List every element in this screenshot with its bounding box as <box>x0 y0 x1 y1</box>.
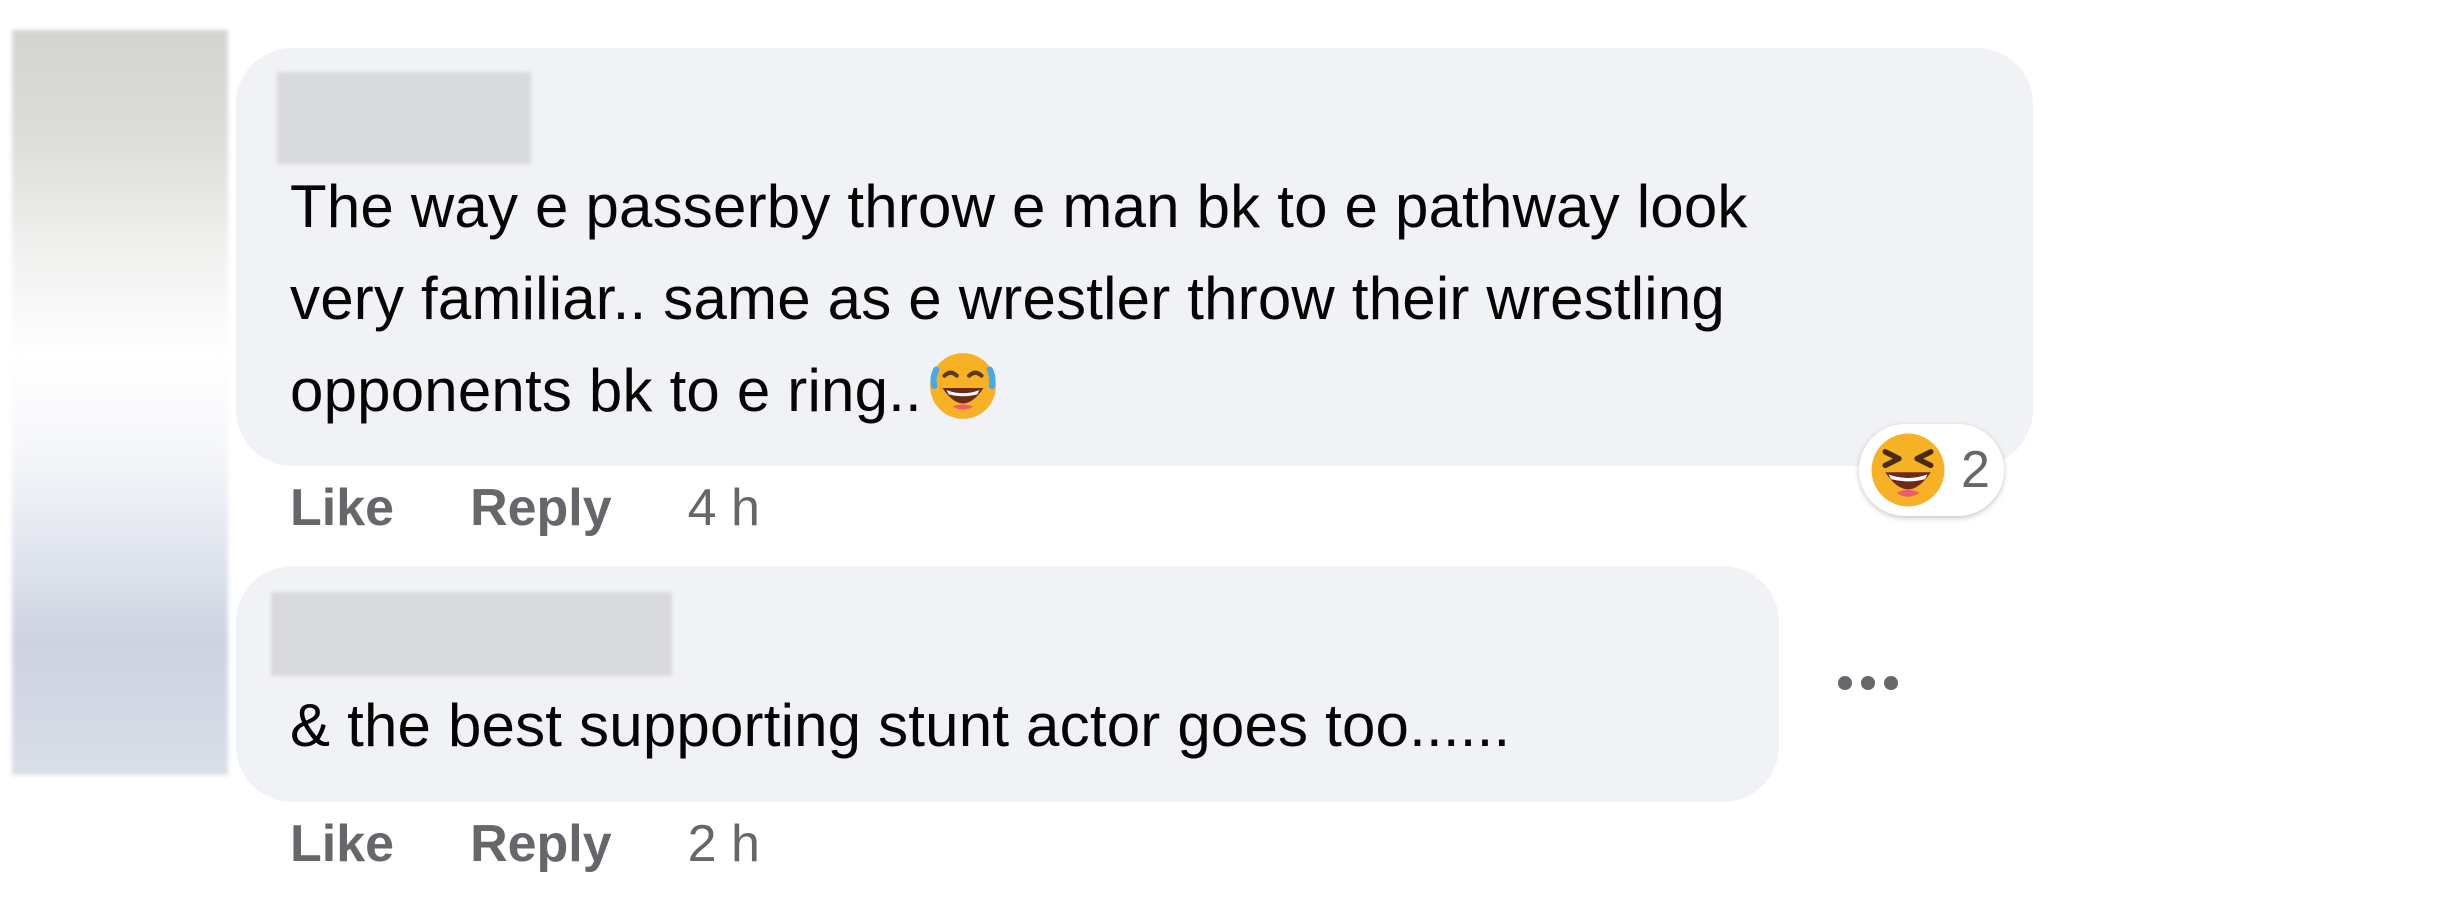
dot <box>1838 676 1852 690</box>
laughing-face-icon <box>1871 433 1945 507</box>
comment-timestamp[interactable]: 2 h <box>688 814 760 874</box>
like-button[interactable]: Like <box>290 814 394 874</box>
reply-button[interactable]: Reply <box>470 814 612 874</box>
blurred-image <box>12 30 228 775</box>
like-button[interactable]: Like <box>290 478 394 538</box>
comment-timestamp[interactable]: 4 h <box>688 478 760 538</box>
more-options-icon[interactable] <box>1826 656 1910 710</box>
comment-text-segment: opponents bk to e ring.. <box>290 357 922 424</box>
comment-text: & the best supporting stunt actor goes t… <box>290 692 1511 759</box>
comment-text: The way e passerby throw e man bk to e p… <box>290 161 1748 437</box>
face-with-tears-of-joy-icon <box>930 353 996 419</box>
comment-text-line: opponents bk to e ring.. <box>290 345 1748 437</box>
comment-actions: Like Reply 2 h <box>290 814 760 874</box>
reaction-count: 2 <box>1961 441 1990 499</box>
comment-actions: Like Reply 4 h <box>290 478 760 538</box>
comment-author-name[interactable] <box>271 592 672 676</box>
comment-text-line: The way e passerby throw e man bk to e p… <box>290 173 1748 240</box>
comment-text-line: very familiar.. same as e wrestler throw… <box>290 265 1725 332</box>
dot <box>1884 676 1898 690</box>
reply-button[interactable]: Reply <box>470 478 612 538</box>
comment-author-name[interactable] <box>277 72 531 164</box>
reaction-summary[interactable]: 2 <box>1859 424 2004 516</box>
comments-section: The way e passerby throw e man bk to e p… <box>0 0 2448 914</box>
dot <box>1861 676 1875 690</box>
